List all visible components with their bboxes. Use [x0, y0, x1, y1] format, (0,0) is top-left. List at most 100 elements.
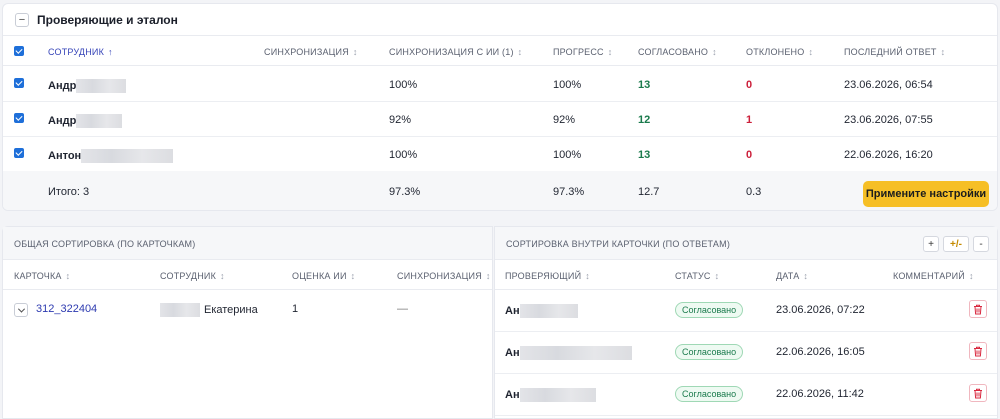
total-progress: 97.3%	[553, 186, 585, 198]
redacted-text	[160, 303, 200, 317]
sort-icon: ↕	[712, 47, 717, 57]
sort-icon: ↕	[350, 271, 356, 281]
answer-row[interactable]: Ан Согласовано 23.06.2026, 07:22	[495, 290, 997, 332]
column-date[interactable]: ДАТА ↕	[776, 271, 808, 281]
reviewer-name: Ан	[505, 388, 596, 402]
apply-settings-button[interactable]: Примените настройки	[863, 181, 989, 207]
answer-date: 22.06.2026, 11:42	[776, 388, 864, 400]
table-row[interactable]: Андр 92% 92% 12 1 23.06.2026, 07:55	[3, 102, 997, 137]
sync-ai-value: 92%	[389, 114, 412, 126]
column-last-answer[interactable]: ПОСЛЕДНИЙ ОТВЕТ ↕	[844, 47, 945, 57]
reviewer-name: Андр	[48, 114, 123, 128]
column-sync[interactable]: СИНХРОНИЗАЦИЯ ↕	[264, 47, 358, 57]
column-reviewer[interactable]: ПРОВЕРЯЮЩИЙ ↕	[505, 271, 590, 281]
rejected-value: 1	[746, 114, 753, 126]
total-agreed: 12.7	[638, 186, 660, 198]
delete-button[interactable]	[969, 342, 987, 360]
redacted-text	[81, 149, 174, 163]
column-sync-ai[interactable]: СИНХРОНИЗАЦИЯ С ИИ (1) ↕	[389, 47, 522, 57]
progress-value: 100%	[553, 79, 582, 91]
answer-date: 22.06.2026, 16:05	[776, 346, 865, 358]
sort-icon: ↕	[803, 271, 809, 281]
row-checkbox[interactable]	[14, 148, 24, 158]
total-rejected: 0.3	[746, 186, 762, 198]
column-employee[interactable]: СОТРУДНИК ↕	[160, 271, 225, 281]
agreed-value: 13	[638, 149, 651, 161]
card-link[interactable]: 312_322404	[36, 303, 97, 315]
last-answer-value: 23.06.2026, 07:55	[844, 114, 933, 126]
delete-button[interactable]	[969, 384, 987, 402]
sort-icon: ↕	[607, 47, 613, 57]
reviewer-name: Ан	[505, 304, 578, 318]
sync-ai-value: 100%	[389, 79, 418, 91]
status-badge: Согласовано	[675, 302, 744, 318]
redacted-text	[519, 346, 632, 360]
collapse-button[interactable]: −	[15, 13, 29, 27]
cards-table-header: КАРТОЧКА ↕ СОТРУДНИК ↕ ОЦЕНКА ИИ ↕ СИНХРОНИ…	[3, 260, 492, 290]
answers-panel-header: СОРТИРОВКА ВНУТРИ КАРТОЧКИ (ПО ОТВЕТАМ) …	[495, 227, 997, 260]
trash-icon	[974, 304, 982, 314]
cards-sort-panel: ОБЩАЯ СОРТИРОВКА (ПО КАРТОЧКАМ) КАРТОЧКА…	[2, 226, 493, 419]
sort-icon: ↕	[940, 47, 946, 57]
cards-panel-title: ОБЩАЯ СОРТИРОВКА (ПО КАРТОЧКАМ)	[14, 239, 196, 249]
sort-icon: ↕	[968, 271, 974, 281]
answers-panel-title: СОРТИРОВКА ВНУТРИ КАРТОЧКИ (ПО ОТВЕТАМ)	[506, 239, 731, 249]
sort-icon: ↕	[585, 271, 590, 281]
table-row[interactable]: Андр 100% 100% 13 0 23.06.2026, 06:54	[3, 67, 997, 102]
column-agreed[interactable]: СОГЛАСОВАНО ↕	[638, 47, 717, 57]
redacted-text	[519, 304, 578, 318]
column-comment[interactable]: КОММЕНТАРИЙ ↕	[893, 271, 974, 281]
answers-sort-panel: СОРТИРОВКА ВНУТРИ КАРТОЧКИ (ПО ОТВЕТАМ) …	[494, 226, 998, 419]
toggle-expand-button[interactable]: +/-	[943, 236, 969, 252]
table-row[interactable]: Антон 100% 100% 13 0 22.06.2026, 16:20	[3, 137, 997, 172]
section-header: − Проверяющие и эталон	[3, 4, 997, 36]
column-employee[interactable]: СОТРУДНИК ↑	[48, 47, 113, 57]
card-sync: —	[397, 303, 408, 315]
sort-icon: ↕	[485, 271, 491, 281]
column-progress[interactable]: ПРОГРЕСС ↕	[553, 47, 612, 57]
sort-icon: ↕	[714, 271, 720, 281]
sort-icon: ↕	[352, 47, 358, 57]
progress-value: 92%	[553, 114, 576, 126]
column-rejected[interactable]: ОТКЛОНЕНО ↕	[746, 47, 813, 57]
redacted-text	[76, 79, 127, 93]
answer-row[interactable]: Ан Согласовано 22.06.2026, 16:05	[495, 332, 997, 374]
sort-icon: ↕	[220, 271, 225, 281]
reviewer-name: Антон	[48, 149, 174, 163]
reviewers-panel: − Проверяющие и эталон СОТРУДНИК ↑ СИНХРО…	[2, 3, 998, 211]
answer-row[interactable]: Ан Согласовано 22.06.2026, 11:42	[495, 374, 997, 416]
answer-date: 23.06.2026, 07:22	[776, 304, 865, 316]
total-sync-ai: 97.3%	[389, 186, 421, 198]
column-ai-score[interactable]: ОЦЕНКА ИИ ↕	[292, 271, 355, 281]
total-label: Итого: 3	[48, 186, 90, 198]
row-checkbox[interactable]	[14, 78, 24, 88]
expand-all-button[interactable]: +	[923, 236, 939, 252]
column-sync[interactable]: СИНХРОНИЗАЦИЯ ↕	[397, 271, 491, 281]
last-answer-value: 23.06.2026, 06:54	[844, 79, 933, 91]
progress-value: 100%	[553, 149, 582, 161]
row-checkbox[interactable]	[14, 113, 24, 123]
rejected-value: 0	[746, 149, 753, 161]
column-status[interactable]: СТАТУС ↕	[675, 271, 719, 281]
reviewers-table-header: СОТРУДНИК ↑ СИНХРОНИЗАЦИЯ ↕ СИНХРОНИЗАЦИЯ …	[3, 36, 997, 66]
redacted-text	[519, 388, 596, 402]
trash-icon	[974, 346, 982, 356]
select-all-checkbox[interactable]	[14, 46, 24, 56]
cards-panel-header: ОБЩАЯ СОРТИРОВКА (ПО КАРТОЧКАМ)	[3, 227, 492, 260]
collapse-all-button[interactable]: -	[973, 236, 989, 252]
rejected-value: 0	[746, 79, 753, 91]
delete-button[interactable]	[969, 300, 987, 318]
card-employee: Екатерина	[160, 303, 258, 317]
column-card[interactable]: КАРТОЧКА ↕	[14, 271, 70, 281]
agreed-value: 12	[638, 114, 651, 126]
reviewer-name: Андр	[48, 79, 127, 93]
sort-icon: ↕	[808, 47, 814, 57]
section-title: Проверяющие и эталон	[37, 13, 178, 27]
sync-ai-value: 100%	[389, 149, 418, 161]
trash-icon	[974, 388, 982, 398]
answers-table-header: ПРОВЕРЯЮЩИЙ ↕ СТАТУС ↕ ДАТА ↕ КОММЕНТАРИЙ ↕	[495, 260, 997, 290]
expand-chevron-icon[interactable]	[14, 303, 28, 317]
status-badge: Согласовано	[675, 344, 744, 360]
total-row: Итого: 3 97.3% 97.3% 12.7 0.3 Примените …	[3, 171, 997, 210]
card-ai-score: 1	[292, 303, 299, 315]
